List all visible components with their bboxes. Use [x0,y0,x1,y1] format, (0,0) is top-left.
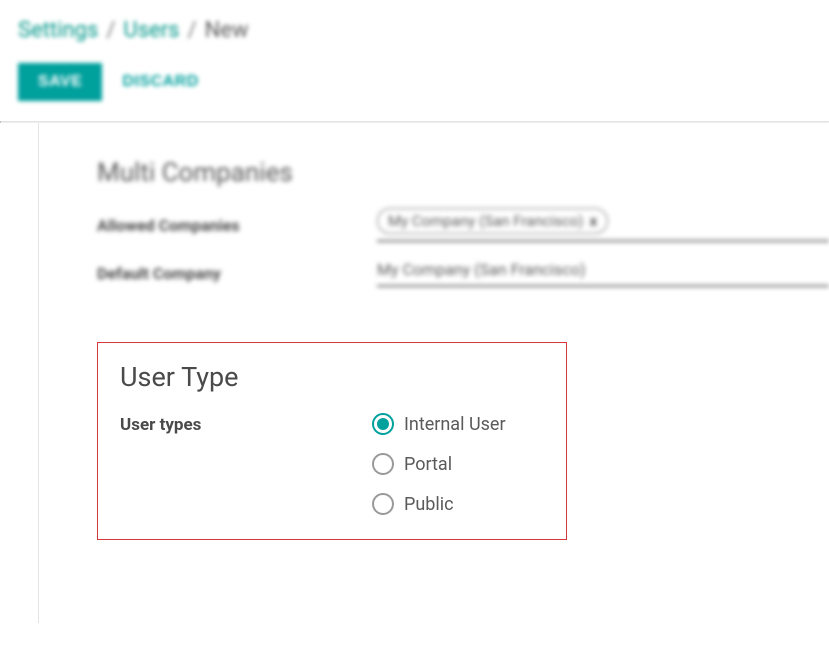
user-type-radio-group: Internal User Portal Public [372,413,506,515]
company-tag-label: My Company (San Francisco) [388,212,583,230]
save-button[interactable]: SAVE [18,63,102,101]
radio-internal-label: Internal User [404,414,506,435]
default-company-field[interactable]: My Company (San Francisco) [377,260,829,287]
allowed-companies-label: Allowed Companies [97,216,377,235]
breadcrumb-users[interactable]: Users [123,18,179,43]
user-types-label: User types [120,413,372,435]
radio-portal-label: Portal [404,454,452,475]
company-tag[interactable]: My Company (San Francisco) x [377,208,608,234]
breadcrumb-separator: / [106,18,115,43]
radio-internal-user[interactable]: Internal User [372,413,506,435]
default-company-label: Default Company [97,264,377,283]
default-company-value: My Company (San Francisco) [377,260,586,279]
breadcrumb: Settings / Users / New [18,18,811,43]
radio-unselected-icon [372,453,394,475]
action-bar: SAVE DISCARD [18,63,811,101]
user-type-title: User Type [120,361,544,393]
allowed-companies-field[interactable]: My Company (San Francisco) x [377,208,829,242]
breadcrumb-settings[interactable]: Settings [18,18,98,43]
radio-portal[interactable]: Portal [372,453,506,475]
radio-dot-icon [377,418,389,430]
breadcrumb-separator: / [188,18,197,43]
radio-public-label: Public [404,494,454,515]
multi-companies-title: Multi Companies [97,158,829,188]
multi-companies-section: Multi Companies Allowed Companies My Com… [97,158,829,287]
discard-button[interactable]: DISCARD [122,73,198,91]
radio-selected-icon [372,413,394,435]
radio-unselected-icon [372,493,394,515]
breadcrumb-current: New [205,18,249,43]
radio-public[interactable]: Public [372,493,506,515]
user-type-section: User Type User types Internal User Porta… [97,342,567,540]
tag-remove-icon[interactable]: x [589,212,597,230]
